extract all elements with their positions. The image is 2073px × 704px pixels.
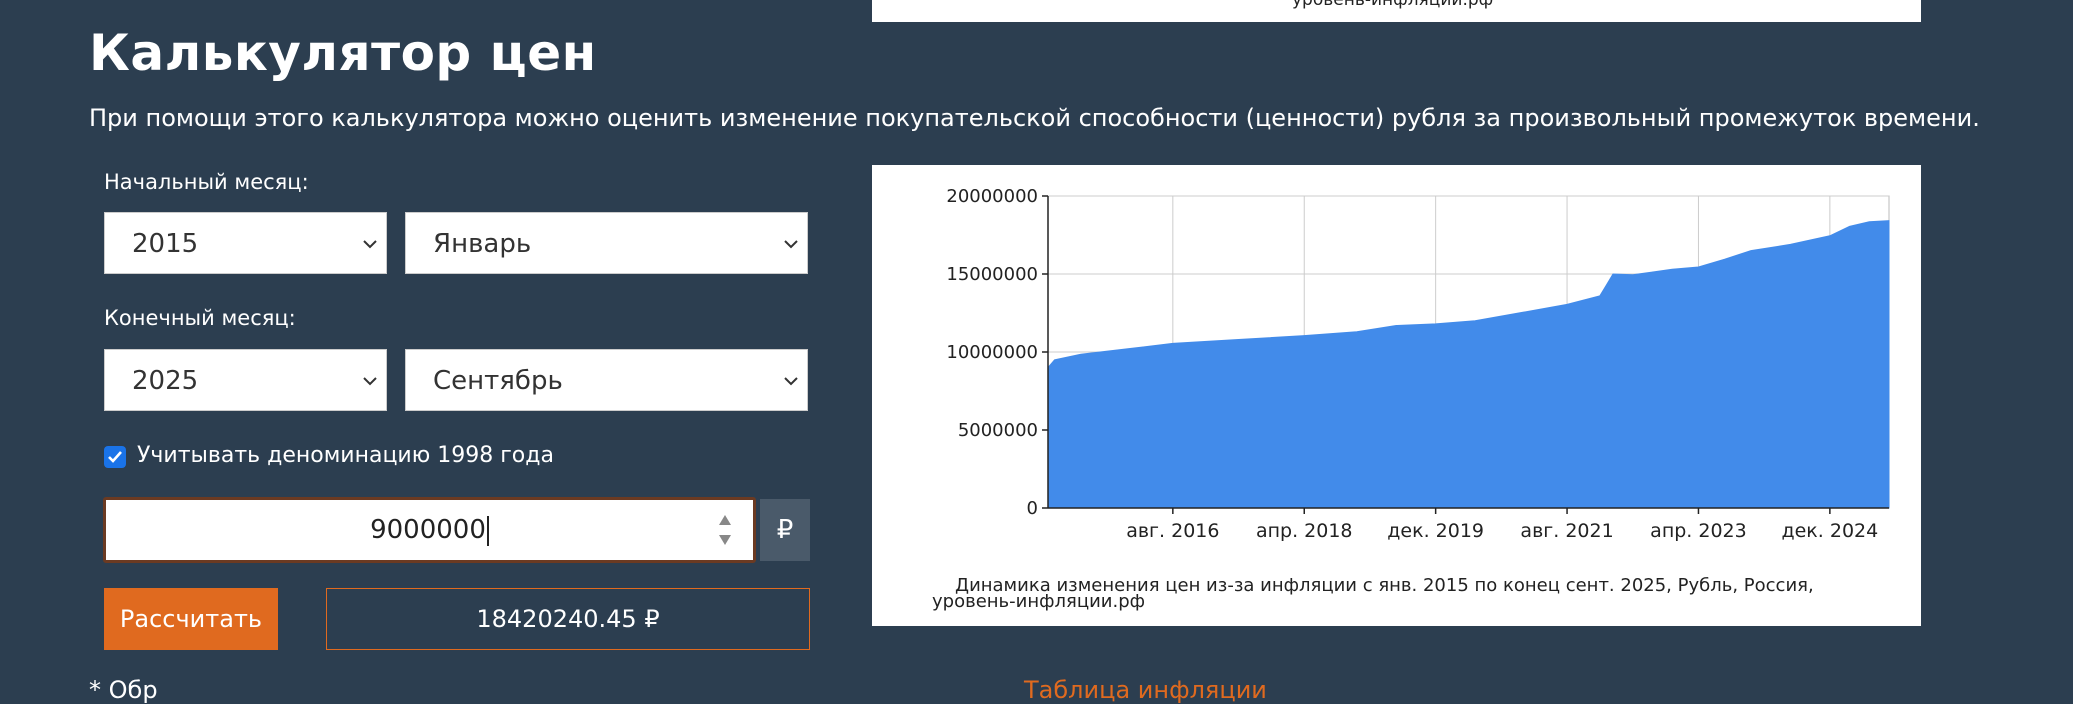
x-tick-label: апр. 2018 [1256, 520, 1353, 542]
page-title: Калькулятор цен [89, 24, 597, 82]
page-description: При помощи этого калькулятора можно оцен… [89, 104, 1980, 132]
chevron-down-icon [362, 213, 378, 275]
start-month-select[interactable]: Январь [405, 212, 808, 274]
end-year-value: 2025 [132, 366, 199, 396]
inflation-table-link[interactable]: Таблица инфляции [1024, 676, 1267, 704]
denomination-label: Учитывать деноминацию 1998 года [137, 443, 554, 468]
start-month-value: Январь [433, 229, 532, 259]
end-month-select[interactable]: Сентябрь [405, 349, 808, 411]
start-year-select[interactable]: 2015 [104, 212, 387, 274]
x-tick-label: дек. 2019 [1387, 520, 1484, 542]
chevron-down-icon [783, 350, 799, 412]
chart-subtitle: уровень-инфляции.рф [932, 591, 1145, 612]
spinner-up-icon[interactable] [718, 514, 732, 526]
text-caret [486, 515, 489, 546]
end-year-select[interactable]: 2025 [104, 349, 387, 411]
end-month-label: Конечный месяц: [104, 306, 296, 330]
x-tick-label: авг. 2021 [1520, 520, 1613, 542]
previous-chart-caption: уровень-инфляции.рф [1292, 0, 1494, 10]
y-tick-label: 10000000 [946, 342, 1038, 363]
previous-chart-fragment: уровень-инфляции.рф [872, 0, 1921, 22]
y-tick-label: 0 [1027, 498, 1038, 519]
denomination-checkbox[interactable] [104, 446, 126, 468]
currency-addon: ₽ [760, 499, 810, 561]
number-spinner[interactable] [717, 514, 733, 546]
end-month-value: Сентябрь [433, 366, 563, 396]
spinner-down-icon[interactable] [718, 534, 732, 546]
bottom-note: * Обр Таблица инфляции [89, 676, 1267, 704]
y-tick-label: 20000000 [946, 186, 1038, 207]
result-output: 18420240.45 ₽ [326, 588, 810, 650]
x-tick-label: дек. 2024 [1781, 520, 1878, 542]
inflation-chart: 0 5000000 10000000 15000000 20000000 авг. 201… [872, 165, 1921, 626]
y-tick-label: 15000000 [946, 264, 1038, 285]
checkmark-icon [108, 451, 122, 463]
calculate-button[interactable]: Рассчитать [104, 588, 278, 650]
amount-value: 9000000 [370, 515, 486, 545]
price-area-series [1047, 220, 1890, 509]
amount-input[interactable]: 9000000 [103, 497, 756, 563]
x-tick-label: авг. 2016 [1126, 520, 1219, 542]
inflation-chart-svg: 0 5000000 10000000 15000000 20000000 авг. 201… [932, 186, 1890, 612]
start-month-label: Начальный месяц: [104, 170, 309, 194]
start-year-value: 2015 [132, 229, 199, 259]
x-tick-label: апр. 2023 [1650, 520, 1747, 542]
y-tick-label: 5000000 [958, 420, 1038, 441]
chevron-down-icon [783, 213, 799, 275]
bottom-note-text: * Обр [89, 676, 158, 704]
chevron-down-icon [362, 350, 378, 412]
